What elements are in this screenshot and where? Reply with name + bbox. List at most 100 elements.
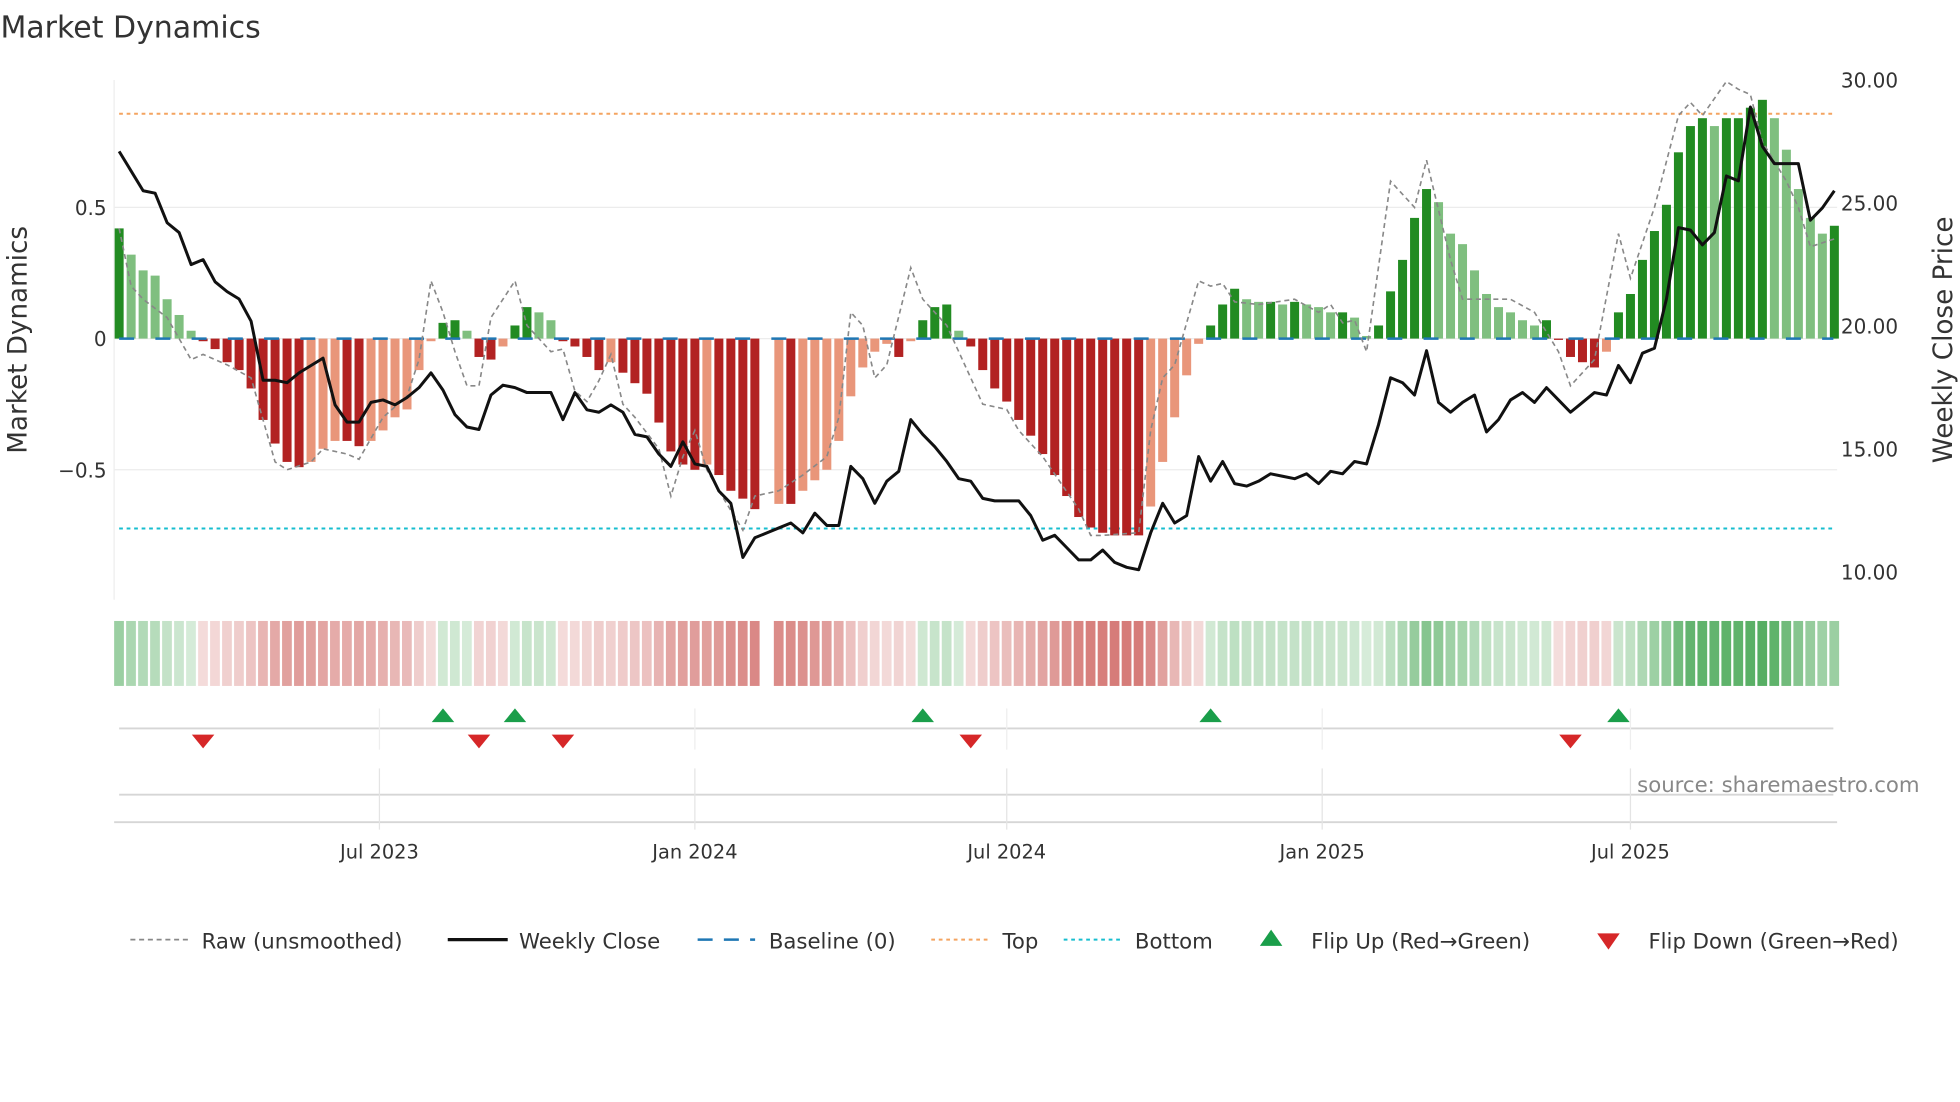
strip-cell (1553, 620, 1564, 686)
strip-cell (1097, 620, 1108, 686)
dynamics-bar (510, 325, 520, 339)
dynamics-bar (1074, 338, 1084, 518)
strip-cell (1049, 620, 1060, 686)
x-ticks: Jul 2023 Jan 2024 Jul 2024 Jan 2025 Jul 2025 (339, 840, 1670, 863)
strip-cell (1301, 620, 1312, 686)
dynamics-bar (366, 338, 376, 441)
strip-cell (1481, 620, 1492, 686)
strip-cell (893, 620, 904, 686)
strip-cell (246, 620, 256, 686)
dynamics-bar (1038, 338, 1048, 455)
dynamics-bar (450, 320, 460, 339)
dynamics-bar (1494, 307, 1504, 339)
strip-cell (1337, 620, 1348, 686)
strip-cell (1697, 620, 1708, 686)
flip-down-marker (959, 734, 982, 749)
dynamics-bar (1242, 299, 1252, 339)
dynamics-bar (690, 338, 700, 470)
strip-cell (114, 620, 124, 686)
right-axis-title: Weekly Close Price (1929, 217, 1959, 464)
strip-cell (1709, 620, 1720, 686)
dynamics-bar (522, 307, 532, 339)
strip-cell (1289, 620, 1300, 686)
x-tick-label: Jan 2025 (1279, 840, 1365, 863)
flip-down-marker (1559, 734, 1582, 749)
dynamics-bar (342, 338, 352, 441)
strip-cell (557, 620, 568, 686)
dynamics-bar (1482, 293, 1492, 339)
strip-cell (1385, 620, 1396, 686)
strip-cell (641, 620, 652, 686)
strip-cell (1409, 620, 1420, 686)
strip-cell (569, 620, 580, 686)
strip-cell (222, 620, 232, 686)
strip-cell (198, 620, 208, 686)
dynamics-bar (1326, 312, 1336, 339)
flip-up-marker (431, 708, 455, 723)
legend-label: Baseline (0) (769, 929, 896, 954)
strip-cell (1061, 620, 1072, 686)
y2-tick-label: 30.00 (1841, 68, 1898, 92)
dynamics-bar (1721, 118, 1731, 339)
strip-cell (258, 620, 268, 686)
x-tick-label: Jul 2025 (1590, 840, 1670, 863)
dynamics-bar (354, 338, 364, 447)
dynamics-bar (870, 338, 880, 352)
dynamics-bar (546, 320, 556, 339)
dynamics-bar (1026, 338, 1036, 436)
flip-down-marker (467, 734, 491, 749)
legend-flip-down-icon (1597, 933, 1620, 950)
dynamics-bar (714, 338, 724, 476)
strip-cell (1769, 620, 1780, 686)
dynamics-bar (114, 228, 124, 339)
strip-cell (354, 620, 364, 686)
strip-cell (1373, 620, 1384, 686)
dynamics-bar (234, 338, 244, 371)
strip-cell (1781, 620, 1792, 686)
y2-tick-label: 20.00 (1841, 315, 1898, 339)
dynamics-bar (846, 338, 856, 397)
strip-cell (593, 620, 604, 686)
dynamics-bar (1829, 225, 1839, 339)
strip-cell (366, 620, 376, 686)
dynamics-bar (1302, 304, 1312, 339)
dynamics-bar (1206, 325, 1216, 339)
legend-label: Bottom (1135, 929, 1213, 954)
strip-cell (1133, 620, 1144, 686)
left-y-ticks: 0.5 0 −0.5 (58, 196, 107, 482)
dynamics-bar (210, 338, 220, 350)
flip-down-marker (551, 734, 575, 749)
dynamics-bar (1601, 338, 1611, 352)
strip-cell (282, 620, 292, 686)
strip-cell (1637, 620, 1648, 686)
left-axis-title: Market Dynamics (4, 226, 34, 454)
strip-cell (665, 620, 676, 686)
strip-cell (402, 620, 412, 686)
legend-label: Flip Down (Green→Red) (1648, 929, 1898, 954)
strip-cell (1325, 620, 1336, 686)
legend-label: Flip Up (Red→Green) (1311, 929, 1530, 954)
dynamics-bar (1386, 291, 1396, 339)
strip-cell (521, 620, 532, 686)
strip-cell (857, 620, 868, 686)
legend-label: Weekly Close (519, 929, 660, 954)
dynamics-bar (738, 338, 748, 499)
dynamics-bar (1194, 338, 1204, 344)
dynamics-bar (426, 338, 436, 342)
strip-cell (1445, 620, 1456, 686)
dynamics-bar (1637, 259, 1647, 339)
dynamics-bar (1254, 301, 1264, 339)
strip-cell (1169, 620, 1180, 686)
x-tick-label: Jan 2024 (651, 840, 737, 863)
dynamics-bar (1733, 118, 1743, 339)
strip-cell (1241, 620, 1252, 686)
dynamics-bar (702, 338, 712, 465)
strip-cell (509, 620, 520, 686)
strip-cell (1229, 620, 1240, 686)
dynamics-bar (1122, 338, 1132, 536)
strip-cell (390, 620, 400, 686)
y2-tick-label: 25.00 (1841, 192, 1898, 216)
dynamics-bar (594, 338, 604, 371)
dynamics-bar (474, 338, 484, 357)
flip-panel: source: sharemaestro.com (114, 708, 1920, 830)
